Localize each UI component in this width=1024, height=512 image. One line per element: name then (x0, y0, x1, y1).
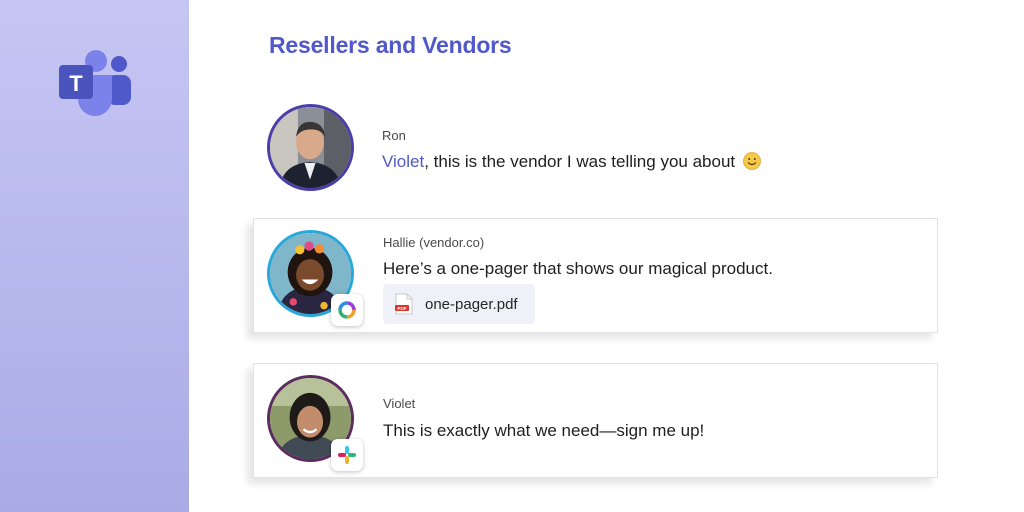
svg-text:T: T (69, 71, 83, 96)
message-text: Here’s a one-pager that shows our magica… (383, 259, 773, 278)
avatar-ron-photo (270, 107, 351, 188)
attachment-one-pager[interactable]: PDF one-pager.pdf (383, 284, 535, 324)
message-ron[interactable]: Ron Violet, this is the vendor I was tel… (253, 104, 938, 194)
sender-name: Ron (382, 128, 406, 143)
message-text: This is exactly what we need—sign me up! (383, 421, 705, 440)
slack-icon (331, 439, 363, 471)
channel-title: Resellers and Vendors (269, 32, 512, 58)
attachment-filename: one-pager.pdf (425, 295, 518, 313)
mention-violet[interactable]: Violet (382, 152, 424, 171)
sidebar: T (0, 0, 189, 512)
svg-text:PDF: PDF (397, 306, 406, 311)
sender-name: Violet (383, 396, 416, 411)
webex-icon (331, 294, 363, 326)
message-text: Violet, this is the vendor I was telling… (382, 152, 761, 172)
smile-emoji-icon (742, 152, 761, 170)
pdf-icon: PDF (395, 293, 413, 315)
teams-logo: T (59, 50, 131, 116)
avatar-ron[interactable] (267, 104, 354, 191)
sender-name: Hallie (vendor.co) (383, 235, 485, 250)
message-violet[interactable]: Violet This is exactly what we need—sign… (253, 363, 938, 478)
message-hallie[interactable]: Hallie (vendor.co) Here’s a one-pager th… (253, 218, 938, 333)
